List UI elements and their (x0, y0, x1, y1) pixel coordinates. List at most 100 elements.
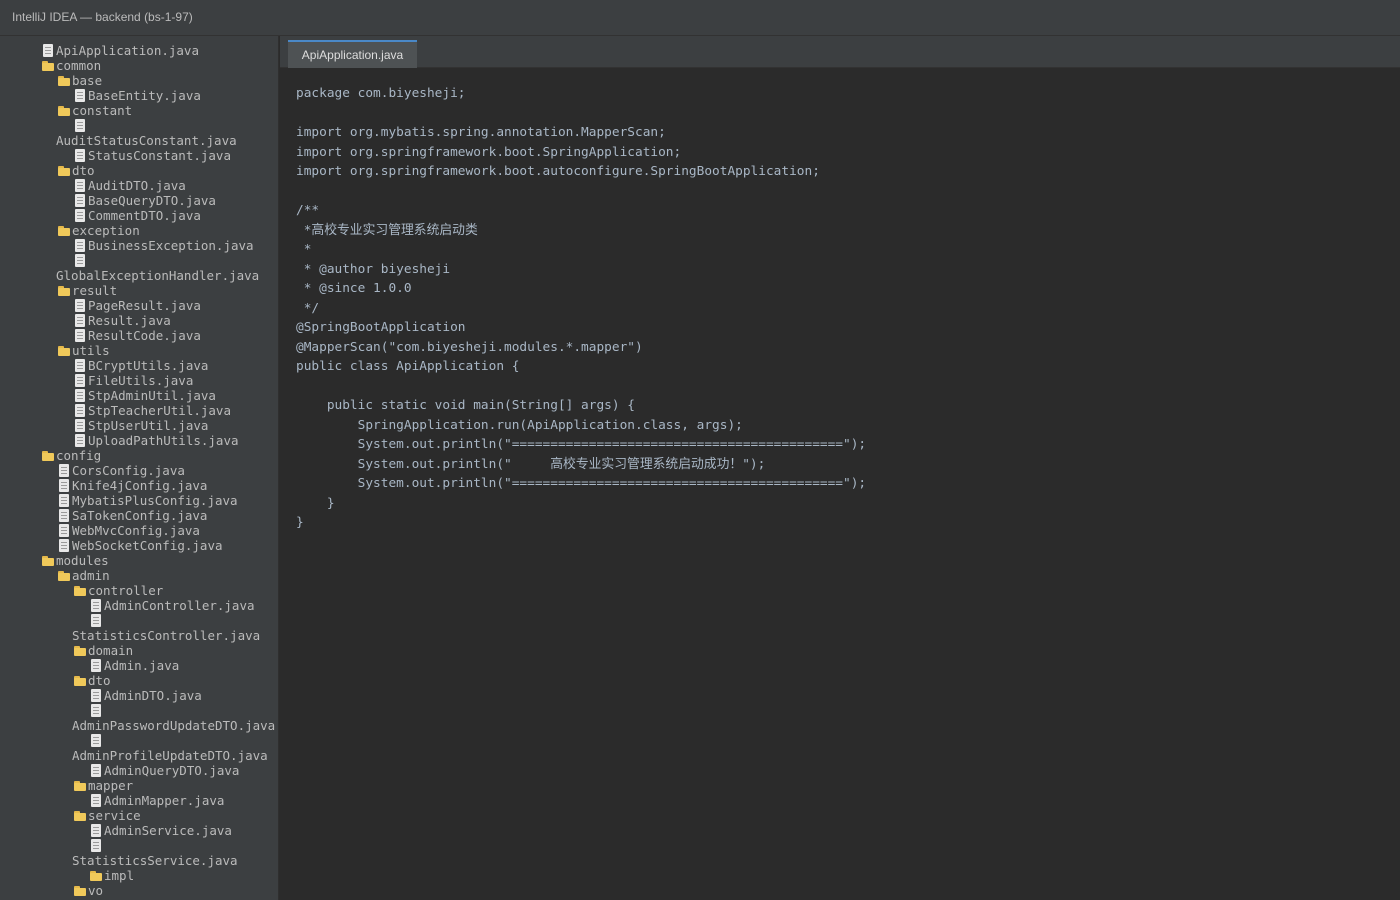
folder-icon (72, 673, 88, 688)
tree-file[interactable]: UploadPathUtils.java (0, 433, 278, 448)
tree-folder[interactable]: base (0, 73, 278, 88)
tree-folder[interactable]: vo (0, 883, 278, 898)
tree-file[interactable]: GlobalExceptionHandler.java (0, 253, 278, 283)
tree-folder[interactable]: admin (0, 568, 278, 583)
tree-file[interactable]: StatisticsController.java (0, 613, 278, 643)
tree-folder[interactable]: constant (0, 103, 278, 118)
tree-file[interactable]: StatisticsService.java (0, 838, 278, 868)
tree-file[interactable]: AdminMapper.java (0, 793, 278, 808)
folder-icon (72, 583, 88, 598)
tree-file[interactable]: AdminService.java (0, 823, 278, 838)
file-icon (72, 148, 88, 163)
tree-file[interactable]: StpAdminUtil.java (0, 388, 278, 403)
tree-file[interactable]: Result.java (0, 313, 278, 328)
tree-item-label: constant (72, 103, 133, 118)
tree-file[interactable]: ApiApplication.java (0, 43, 278, 58)
file-icon (72, 433, 88, 448)
file-icon (72, 388, 88, 403)
tree-item-label: BusinessException.java (88, 238, 254, 253)
tree-folder[interactable]: domain (0, 643, 278, 658)
tree-item-label: AuditDTO.java (88, 178, 186, 193)
file-icon (56, 463, 72, 478)
tree-file[interactable]: PageResult.java (0, 298, 278, 313)
tree-folder[interactable]: common (0, 58, 278, 73)
tree-folder[interactable]: config (0, 448, 278, 463)
tree-file[interactable]: BCryptUtils.java (0, 358, 278, 373)
file-icon (56, 478, 72, 493)
code-line: */ (296, 300, 320, 316)
tree-folder[interactable]: exception (0, 223, 278, 238)
code-line: } (296, 515, 304, 530)
file-icon (88, 838, 104, 853)
tree-file[interactable]: Admin.java (0, 658, 278, 673)
tree-file[interactable]: StpTeacherUtil.java (0, 403, 278, 418)
tree-folder[interactable]: result (0, 283, 278, 298)
folder-icon (56, 568, 72, 583)
tree-item-label: AdminProfileUpdateDTO.java (72, 748, 268, 763)
tree-item-label: dto (88, 673, 111, 688)
tree-item-label: service (88, 808, 141, 823)
tree-item-label: dto (72, 163, 95, 178)
tree-folder[interactable]: impl (0, 868, 278, 883)
code-line: @SpringBootApplication (296, 320, 466, 335)
tree-file[interactable]: AdminPasswordUpdateDTO.java (0, 703, 278, 733)
code-line: import org.springframework.boot.autoconf… (296, 164, 820, 179)
tree-file[interactable]: WebSocketConfig.java (0, 538, 278, 553)
tree-folder[interactable]: service (0, 808, 278, 823)
tree-folder[interactable]: utils (0, 343, 278, 358)
tree-file[interactable]: AdminController.java (0, 598, 278, 613)
code-content[interactable]: package com.biyesheji; import org.mybatis… (296, 84, 866, 533)
tree-folder[interactable]: modules (0, 553, 278, 568)
tree-file[interactable]: BaseQueryDTO.java (0, 193, 278, 208)
tree-folder[interactable]: controller (0, 583, 278, 598)
file-icon (72, 238, 88, 253)
tree-file[interactable]: AuditDTO.java (0, 178, 278, 193)
folder-icon (56, 223, 72, 238)
tree-item-label: mapper (88, 778, 134, 793)
tree-item-label: AdminController.java (104, 598, 255, 613)
tree-folder[interactable]: mapper (0, 778, 278, 793)
code-editor[interactable]: package com.biyesheji; import org.mybatis… (280, 68, 1400, 900)
code-line: * @since 1.0.0 (296, 281, 412, 296)
tree-file[interactable]: AuditStatusConstant.java (0, 118, 278, 148)
tree-file[interactable]: CorsConfig.java (0, 463, 278, 478)
tree-folder[interactable]: dto (0, 673, 278, 688)
tree-file[interactable]: BusinessException.java (0, 238, 278, 253)
code-line: *高校专业实习管理系统启动类 (296, 222, 478, 238)
file-icon (88, 598, 104, 613)
tree-file[interactable]: MybatisPlusConfig.java (0, 493, 278, 508)
tree-item-label: config (56, 448, 102, 463)
code-line: import org.mybatis.spring.annotation.Map… (296, 125, 666, 140)
tree-item-label: AdminDTO.java (104, 688, 202, 703)
tree-folder[interactable]: dto (0, 163, 278, 178)
tree-item-label: WebSocketConfig.java (72, 538, 223, 553)
project-tree[interactable]: ApiApplication.java common base BaseEntity.… (0, 43, 278, 898)
tree-file[interactable]: BaseEntity.java (0, 88, 278, 103)
tree-file[interactable]: CommentDTO.java (0, 208, 278, 223)
tree-item-label: impl (104, 868, 135, 883)
project-tree-panel[interactable]: ApiApplication.java common base BaseEntity.… (0, 36, 279, 900)
file-icon (88, 688, 104, 703)
tree-file[interactable]: AdminQueryDTO.java (0, 763, 278, 778)
tree-file[interactable]: Knife4jConfig.java (0, 478, 278, 493)
file-icon (72, 328, 88, 343)
folder-icon (72, 643, 88, 658)
tree-file[interactable]: SaTokenConfig.java (0, 508, 278, 523)
folder-icon (88, 868, 104, 883)
tree-item-label: AdminMapper.java (104, 793, 225, 808)
tree-file[interactable]: StatusConstant.java (0, 148, 278, 163)
tree-file[interactable]: FileUtils.java (0, 373, 278, 388)
tree-item-label: utils (72, 343, 110, 358)
tree-item-label: StpAdminUtil.java (88, 388, 216, 403)
tree-file[interactable]: StpUserUtil.java (0, 418, 278, 433)
tab-api-application[interactable]: ApiApplication.java (288, 40, 417, 68)
file-icon (72, 358, 88, 373)
folder-icon (40, 58, 56, 73)
file-icon (72, 88, 88, 103)
tree-file[interactable]: AdminDTO.java (0, 688, 278, 703)
tree-item-label: FileUtils.java (88, 373, 194, 388)
tree-file[interactable]: AdminProfileUpdateDTO.java (0, 733, 278, 763)
tree-file[interactable]: WebMvcConfig.java (0, 523, 278, 538)
editor-scrollbar[interactable] (1392, 68, 1400, 900)
tree-file[interactable]: ResultCode.java (0, 328, 278, 343)
